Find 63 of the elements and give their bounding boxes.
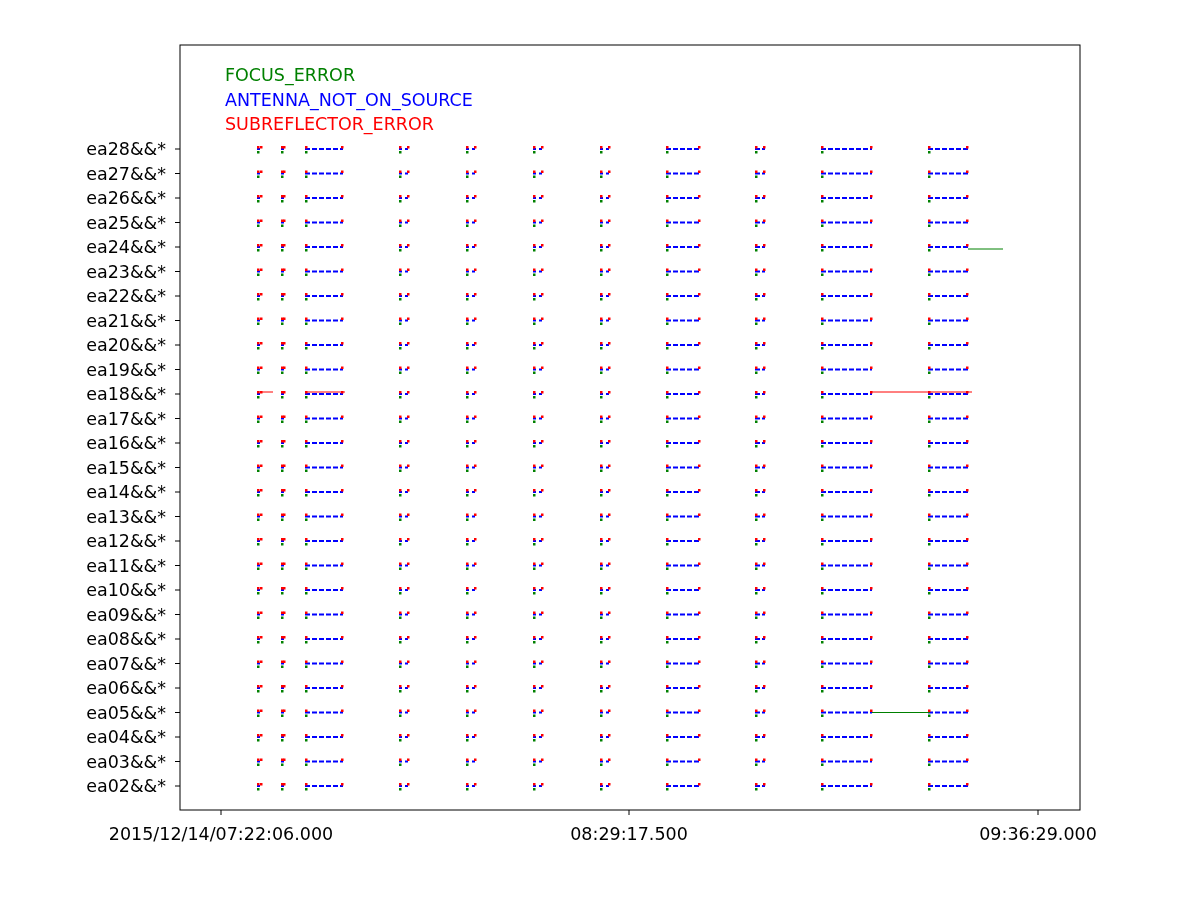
tick-mark <box>174 614 181 615</box>
tick-mark <box>174 638 181 640</box>
y-axis-label: ea09&&* <box>86 604 166 625</box>
y-axis-label: ea06&&* <box>86 678 166 698</box>
tick-mark <box>1037 809 1039 816</box>
tick-mark <box>174 589 181 591</box>
y-axis-label: ea15&&* <box>86 457 166 478</box>
tick-mark <box>174 565 181 566</box>
tick-mark <box>174 344 181 346</box>
tick-mark <box>174 687 181 689</box>
y-axis-label: ea02&&* <box>86 776 166 796</box>
tick-mark <box>174 491 181 493</box>
tick-mark <box>174 246 181 248</box>
tick-mark <box>174 418 181 419</box>
tick-mark <box>174 785 181 787</box>
y-axis-label: ea24&&* <box>86 237 166 257</box>
tick-mark <box>174 712 181 713</box>
tick-mark <box>174 761 181 762</box>
tick-mark <box>174 148 181 150</box>
tick-mark <box>174 369 181 370</box>
y-axis-label: ea27&&* <box>86 163 166 184</box>
y-axis-label: ea13&&* <box>86 506 166 527</box>
y-axis-label: ea22&&* <box>86 286 166 306</box>
tick-mark <box>174 393 181 395</box>
y-axis-label: ea26&&* <box>86 188 166 208</box>
y-axis-label: ea12&&* <box>86 531 166 551</box>
y-axis-label: ea03&&* <box>86 751 166 772</box>
x-axis-label: 09:36:29.000 <box>979 824 1097 844</box>
legend-label: SUBREFLECTOR_ERROR <box>225 114 434 134</box>
tick-mark <box>174 467 181 468</box>
y-axis-label: ea20&&* <box>86 335 166 355</box>
x-axis-label: 08:29:17.500 <box>570 824 688 844</box>
tick-mark <box>174 442 181 444</box>
y-axis-label: ea21&&* <box>86 310 166 331</box>
tick-mark <box>174 295 181 297</box>
tick-mark <box>174 197 181 199</box>
tick-mark <box>174 540 181 542</box>
y-axis-label: ea19&&* <box>86 359 166 380</box>
tick-mark <box>174 516 181 517</box>
tick-mark <box>174 173 181 174</box>
y-axis-label: ea14&&* <box>86 482 166 502</box>
x-axis-label: 2015/12/14/07:22:06.000 <box>108 824 334 844</box>
y-axis-label: ea16&&* <box>86 433 166 453</box>
y-axis-label: ea25&&* <box>86 212 166 233</box>
tick-mark <box>628 809 630 816</box>
y-axis-label: ea18&&* <box>86 384 166 404</box>
y-axis-label: ea28&&* <box>86 139 166 159</box>
tick-mark <box>220 809 222 816</box>
legend-label: FOCUS_ERROR <box>225 65 356 85</box>
tick-mark <box>174 736 181 738</box>
y-axis-label: ea05&&* <box>86 702 166 723</box>
y-axis-label: ea17&&* <box>86 408 166 429</box>
tick-mark <box>174 271 181 272</box>
tick-mark <box>174 222 181 223</box>
y-axis-label: ea08&&* <box>86 629 166 649</box>
y-axis-label: ea10&&* <box>86 580 166 600</box>
y-axis-label: ea07&&* <box>86 653 166 674</box>
legend-label: ANTENNA_NOT_ON_SOURCE <box>225 89 473 110</box>
tick-mark <box>174 663 181 664</box>
tick-mark <box>174 320 181 321</box>
y-axis-label: ea11&&* <box>86 555 166 576</box>
y-axis-label: ea04&&* <box>86 727 166 747</box>
y-axis-label: ea23&&* <box>86 261 166 282</box>
